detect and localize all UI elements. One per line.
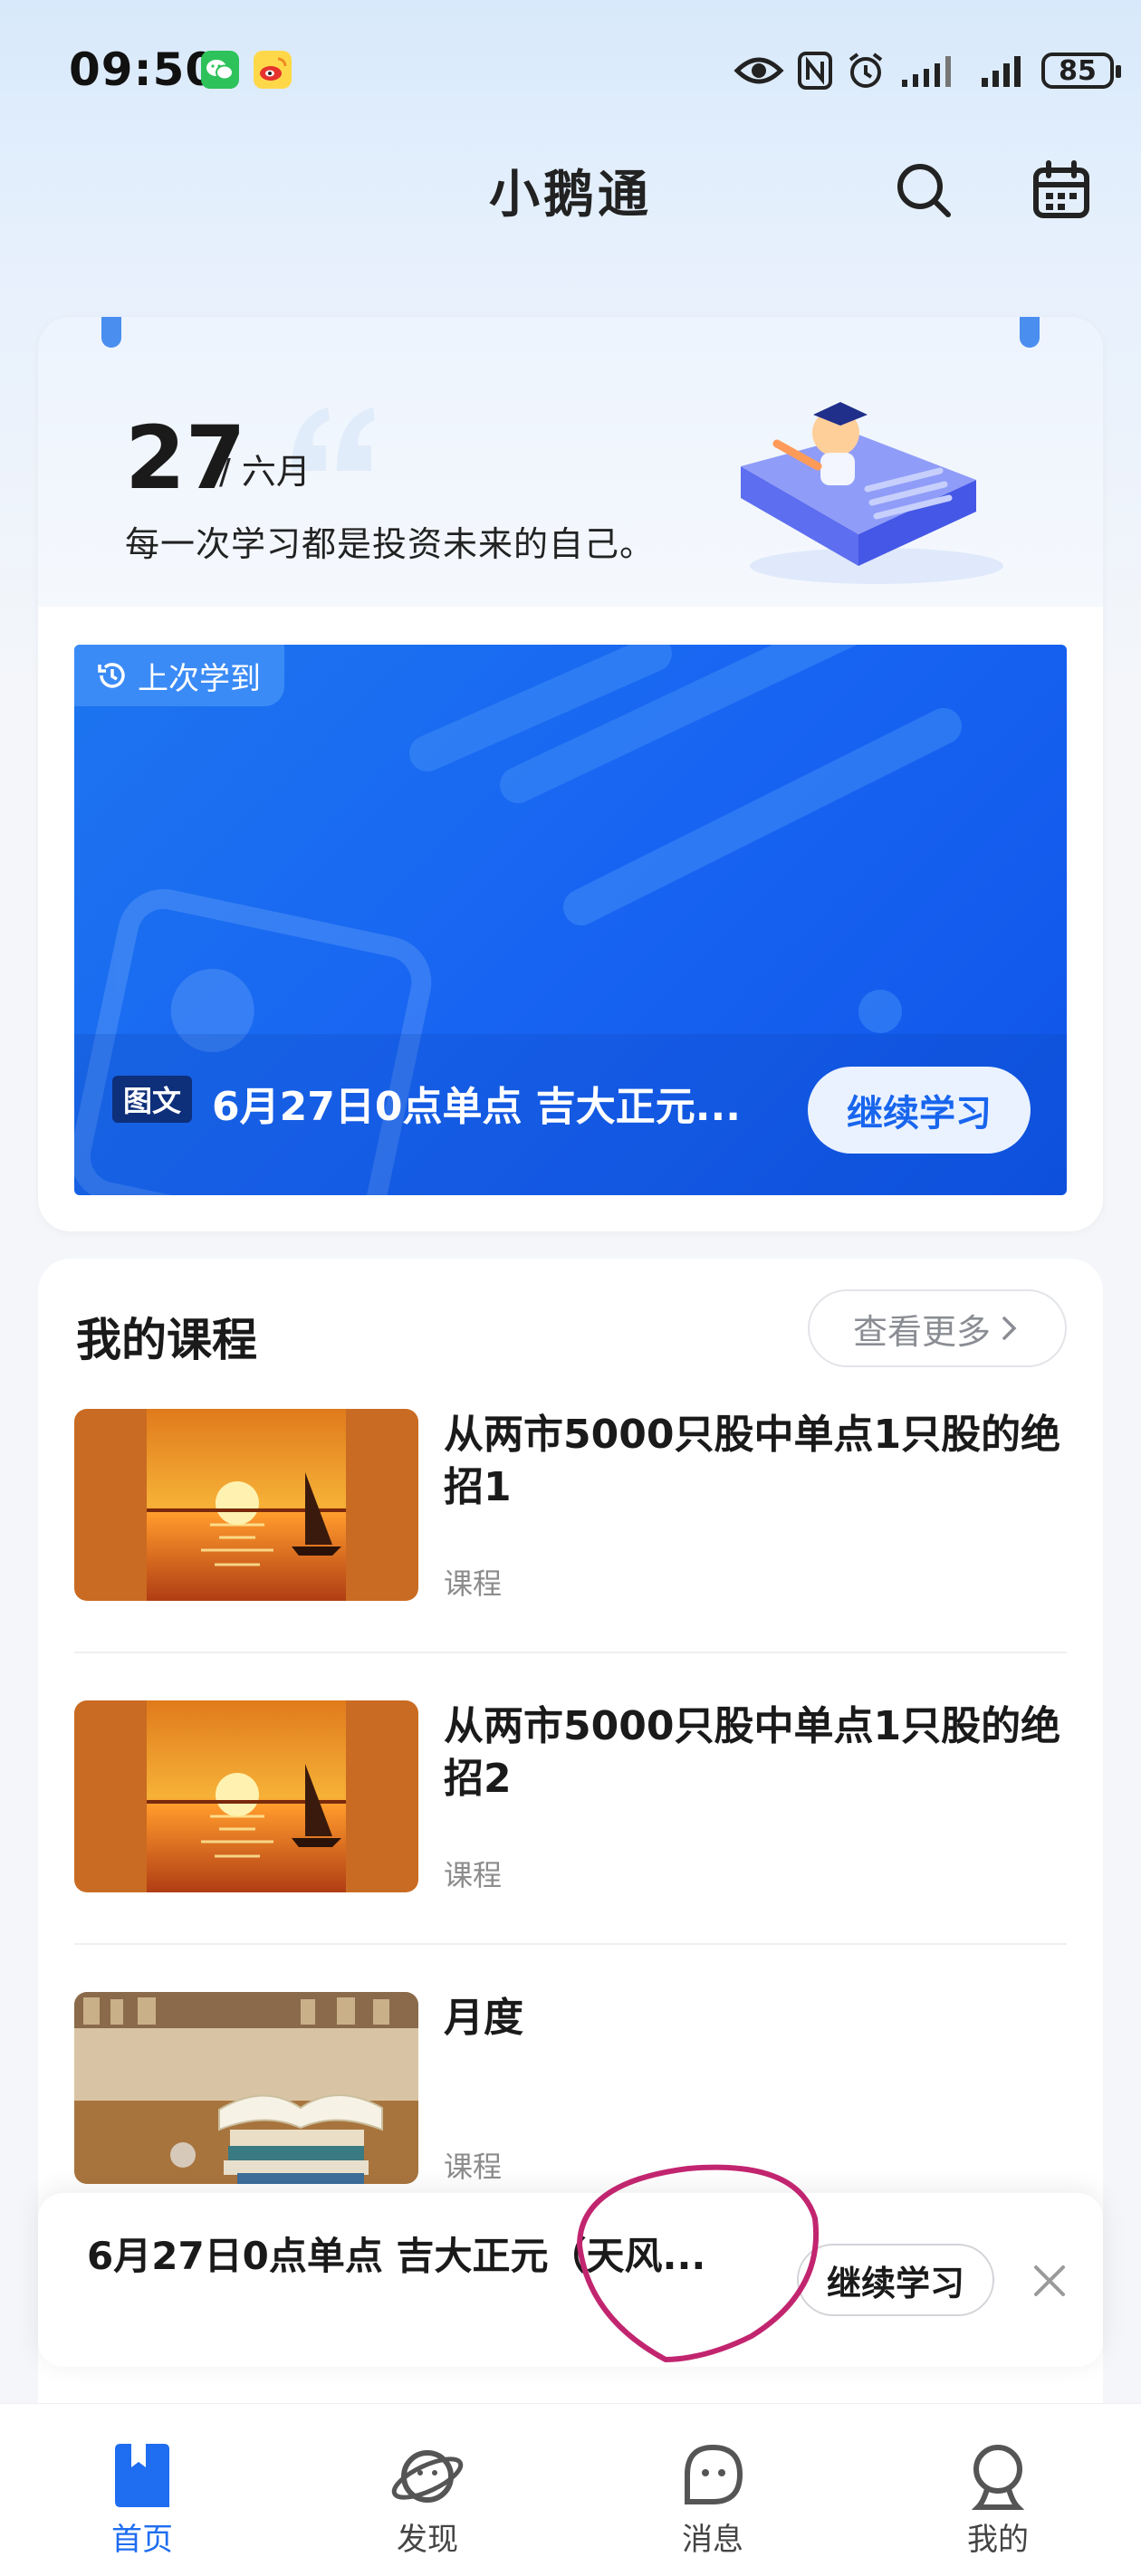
tab-home[interactable]: 首页 <box>47 2404 237 2576</box>
course-thumbnail <box>74 1409 418 1601</box>
divider <box>74 1943 1067 1945</box>
view-more-button[interactable]: 查看更多 <box>808 1289 1067 1367</box>
book-icon <box>115 2444 169 2507</box>
continue-playing-bar[interactable]: 6月27日0点单点 吉大正元（天风... 继续学习 <box>38 2193 1103 2367</box>
last-study-title: 6月27日0点单点 吉大正元... <box>212 1084 741 1130</box>
eye-icon <box>734 57 784 84</box>
view-more-label: 查看更多 <box>852 1311 991 1352</box>
course-item[interactable]: 从两市5000只股中单点1只股的绝招1 课程 <box>74 1409 1067 1601</box>
history-icon <box>98 663 125 688</box>
status-bar: 09:50 85 <box>0 0 1141 136</box>
tab-discover[interactable]: 发现 <box>332 2404 523 2576</box>
tab-label: 我的 <box>967 2522 1029 2558</box>
course-name: 从两市5000只股中单点1只股的绝招2 <box>444 1703 1061 1802</box>
mini-continue-button[interactable]: 继续学习 <box>797 2244 994 2316</box>
daily-quote: 每一次学习都是投资未来的自己。 <box>125 524 656 564</box>
course-kind: 课程 <box>444 1858 503 1892</box>
course-item[interactable]: 月度 课程 <box>74 1992 1067 2184</box>
message-icon <box>685 2444 743 2504</box>
course-name: 从两市5000只股中单点1只股的绝招1 <box>444 1412 1061 1510</box>
close-icon[interactable] <box>1027 2258 1072 2303</box>
course-kind: 课程 <box>444 2150 503 2184</box>
last-study-tag-label: 上次学到 <box>138 660 261 697</box>
course-item[interactable]: 从两市5000只股中单点1只股的绝招2 课程 <box>74 1700 1067 1892</box>
course-thumbnail <box>74 1992 418 2184</box>
status-time: 09:50 <box>69 43 218 96</box>
content-type-badge: 图文 <box>112 1076 193 1123</box>
planet-icon <box>391 2450 464 2503</box>
course-kind: 课程 <box>444 1566 503 1601</box>
wechat-icon <box>201 51 239 89</box>
nfc-icon <box>798 52 832 90</box>
daily-card: 27 / 六月 每一次学习都是投资未来的自己。 上次学到 图文 6月27日0点单… <box>38 317 1103 1231</box>
tab-profile[interactable]: 我的 <box>903 2404 1093 2576</box>
date-header: 27 / 六月 每一次学习都是投资未来的自己。 <box>38 317 1103 607</box>
tab-messages[interactable]: 消息 <box>618 2404 808 2576</box>
battery-indicator: 85 <box>1041 53 1121 89</box>
course-thumbnail <box>74 1700 418 1892</box>
continue-study-button[interactable]: 继续学习 <box>808 1067 1031 1154</box>
tab-label: 消息 <box>682 2522 743 2558</box>
calendar-icon <box>1033 160 1089 218</box>
last-study-banner[interactable]: 上次学到 图文 6月27日0点单点 吉大正元... 继续学习 <box>74 645 1067 1195</box>
date-month: / 六月 <box>219 452 311 492</box>
calendar-button[interactable] <box>1027 156 1096 225</box>
binder-ring <box>101 317 121 348</box>
search-button[interactable] <box>889 156 958 225</box>
app-title: 小鹅通 <box>489 166 652 225</box>
section-title: 我的课程 <box>76 1314 257 1366</box>
divider <box>74 1652 1067 1653</box>
search-icon <box>897 164 951 217</box>
binder-ring <box>1020 317 1040 348</box>
course-name: 月度 <box>444 1995 523 2041</box>
study-book-illustration <box>741 402 1003 584</box>
status-icons: 85 <box>734 45 1121 96</box>
tab-label: 发现 <box>397 2522 458 2558</box>
last-study-tag: 上次学到 <box>74 645 284 706</box>
chevron-right-icon <box>1002 1317 1017 1340</box>
mini-player-title: 6月27日0点单点 吉大正元（天风... <box>87 2234 706 2278</box>
weibo-icon <box>254 51 292 89</box>
profile-icon <box>971 2445 1025 2510</box>
alarm-icon <box>849 53 883 88</box>
signal-icon <box>902 56 951 87</box>
bottom-tab-bar: 首页 发现 消息 我的 <box>0 2403 1141 2576</box>
tab-label: 首页 <box>111 2522 173 2558</box>
signal-icon-2 <box>982 56 1021 87</box>
